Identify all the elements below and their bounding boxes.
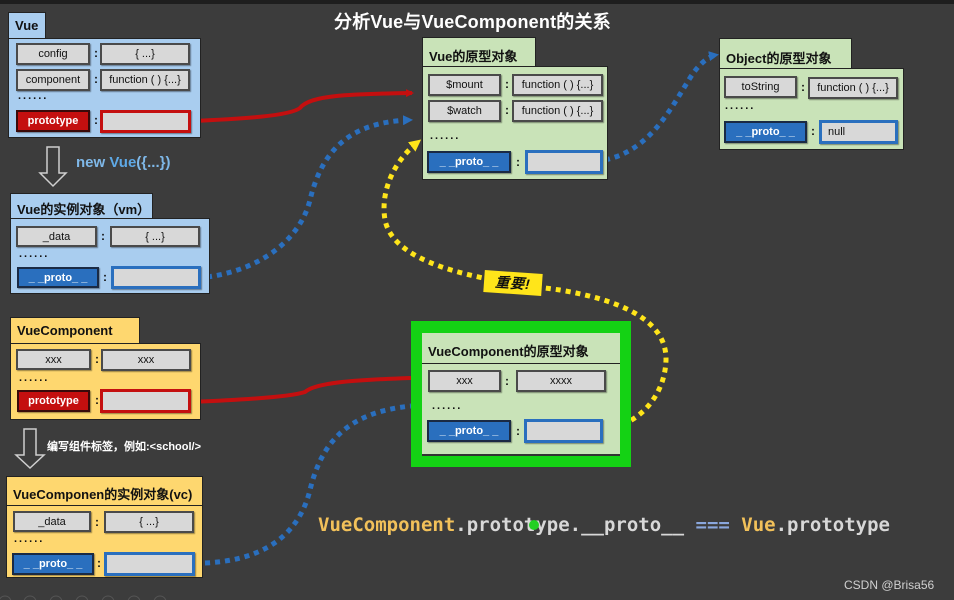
- watermark: CSDN @Brisa56: [844, 578, 935, 592]
- colon: :: [94, 72, 98, 86]
- formula-prototype-proto: .prototype.__proto__: [455, 514, 685, 536]
- cursor-pointer-icon: [529, 520, 539, 530]
- colon: :: [516, 424, 520, 438]
- vc-key-data: _data: [13, 511, 91, 532]
- vue-value-config: { ...}: [100, 43, 190, 65]
- new-vue-name: Vue: [109, 154, 137, 171]
- colon: :: [97, 556, 101, 570]
- vc-proto-value: [104, 552, 195, 576]
- link-vue-prototype-proto: [604, 51, 719, 163]
- vue-prototype-key-mount: $mount: [428, 74, 501, 96]
- ellipsis: ......: [19, 372, 50, 384]
- link-vue-prototype: [191, 89, 414, 123]
- diagram-title: 分析Vue与VueComponent的关系: [334, 12, 611, 32]
- vm-title: Vue的实例对象（vm）: [10, 193, 153, 219]
- vue-prototype-key: prototype: [16, 110, 90, 132]
- ellipsis: ......: [19, 248, 50, 260]
- vue-title: Vue: [8, 12, 46, 39]
- vuecomponent-value-xxx: xxx: [101, 349, 191, 371]
- vue-prototype-title: Vue的原型对象: [422, 37, 536, 67]
- vue-key-component: component: [16, 69, 90, 91]
- colon: :: [94, 113, 98, 127]
- colon: :: [103, 270, 107, 284]
- object-prototype-proto-key: _ _proto_ _: [724, 121, 807, 143]
- vuecomponent-key-xxx: xxx: [16, 349, 91, 370]
- object-prototype-title: Object的原型对象: [719, 38, 852, 69]
- video-controls-hint: [0, 595, 167, 600]
- colon: :: [801, 80, 805, 94]
- vue-prototype-value: [100, 110, 191, 133]
- formula: VueComponent.prototype.__proto__ === Vue…: [318, 514, 890, 536]
- vuecomponent-prototype-title: VueComponent的原型对象: [422, 333, 620, 364]
- vue-prototype-key-watch: $watch: [428, 100, 501, 122]
- vue-value-component: function ( ) {...}: [100, 69, 190, 91]
- colon: :: [95, 515, 99, 529]
- formula-vuecomponent: VueComponent: [318, 514, 456, 536]
- new-vue-label: new Vue({...}): [76, 154, 170, 171]
- vue-prototype-proto-value: [525, 150, 603, 174]
- vc-value-data: { ...}: [104, 511, 194, 533]
- colon: :: [516, 155, 520, 169]
- important-badge: 重要!: [483, 270, 543, 296]
- vue-prototype-value-watch: function ( ) {...}: [512, 100, 603, 122]
- colon: :: [505, 103, 509, 117]
- vue-key-config: config: [16, 43, 90, 65]
- new-keyword: new: [76, 154, 110, 171]
- ellipsis: ......: [18, 90, 49, 102]
- formula-prototype: .prototype: [775, 514, 890, 536]
- object-prototype-value-tostring: function ( ) {...}: [808, 77, 898, 99]
- ellipsis: ......: [725, 100, 756, 112]
- vc-proto-key: _ _proto_ _: [12, 553, 94, 575]
- vuecomponent-prototype-value-xxxx: xxxx: [516, 370, 606, 392]
- vuecomponent-prototype-value: [100, 389, 191, 413]
- colon: :: [505, 77, 509, 91]
- formula-equals: ===: [684, 514, 742, 536]
- colon: :: [95, 352, 99, 366]
- ellipsis: ......: [432, 400, 463, 412]
- link-vm-proto: [206, 115, 413, 280]
- vuecomponent-prototype-proto-value: [524, 419, 603, 443]
- link-vuecomponent-prototype: [191, 376, 412, 404]
- vc-title: VueComponen的实例对象(vc): [6, 476, 203, 506]
- link-vc-proto: [204, 403, 412, 566]
- formula-vue: Vue: [741, 514, 776, 536]
- vm-proto-key: _ _proto_ _: [17, 267, 99, 288]
- arrow-down-icon: [38, 146, 68, 188]
- colon: :: [101, 229, 105, 243]
- vue-prototype-value-mount: function ( ) {...}: [512, 74, 603, 96]
- colon: :: [811, 124, 815, 138]
- colon: :: [94, 46, 98, 60]
- colon: :: [505, 374, 509, 388]
- vm-value-data: { ...}: [110, 226, 200, 247]
- vuecomponent-title: VueComponent: [10, 317, 140, 344]
- ellipsis: ......: [14, 533, 45, 545]
- object-prototype-proto-value: null: [819, 120, 898, 144]
- top-bar: [0, 0, 954, 4]
- object-prototype-key-tostring: toString: [724, 76, 797, 98]
- arrow-down-icon: [14, 428, 46, 470]
- new-vue-args: ({...}): [136, 154, 171, 171]
- vue-prototype-proto-key: _ _proto_ _: [427, 151, 511, 173]
- ellipsis: ......: [430, 130, 461, 142]
- vuecomponent-prototype-proto-key: _ _proto_ _: [427, 420, 511, 442]
- vuecomponent-prototype-key-xxx: xxx: [428, 370, 501, 392]
- vuecomponent-prototype-key: prototype: [17, 390, 90, 412]
- vm-proto-value: [111, 266, 201, 289]
- component-tag-label: 编写组件标签，例如:<school/>: [47, 441, 202, 453]
- colon: :: [95, 393, 99, 407]
- vm-key-data: _data: [16, 226, 97, 247]
